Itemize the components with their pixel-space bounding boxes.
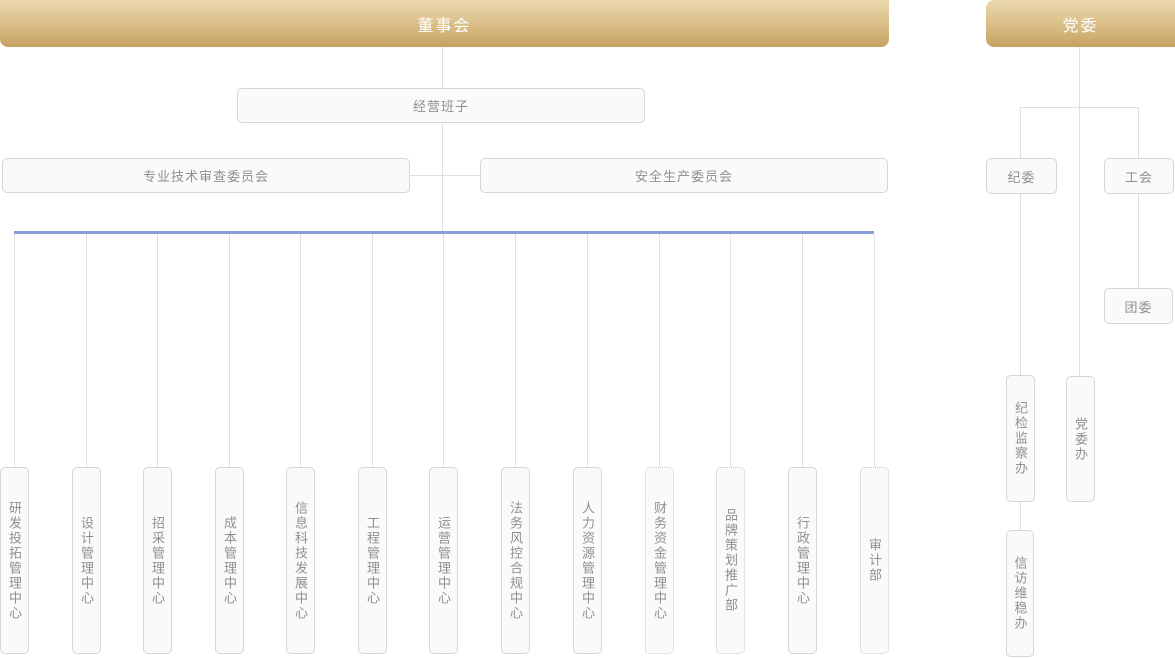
connector-dept-11: [802, 234, 803, 467]
department-label: 运营管理中心: [437, 516, 450, 606]
connector-board-to-management: [442, 47, 443, 88]
management-team-box: 经营班子: [237, 88, 645, 123]
connector-dept-4: [300, 234, 301, 467]
safety-committee-box: 安全生产委员会: [480, 158, 888, 193]
org-chart-canvas: 董事会 党委 经营班子 专业技术审查委员会 安全生产委员会 研发投拓管理中心 设…: [0, 0, 1175, 659]
department-label: 财务资金管理中心: [653, 501, 666, 621]
department-label: 人力资源管理中心: [581, 501, 594, 621]
tech-review-committee-label: 专业技术审查委员会: [143, 166, 269, 185]
youth-league-label: 团委: [1124, 297, 1152, 316]
connector-party-trunk: [1079, 47, 1080, 376]
connector-dept-1: [86, 234, 87, 467]
board-of-directors-label: 董事会: [417, 12, 471, 36]
connector-dept-7: [515, 234, 516, 467]
department-box-finance: 财务资金管理中心: [645, 467, 674, 654]
connector-to-labor-union: [1138, 107, 1139, 158]
department-box-admin: 行政管理中心: [788, 467, 817, 654]
petition-office-box: 信访维稳办: [1006, 530, 1034, 657]
department-label: 审计部: [868, 538, 881, 583]
department-label: 工程管理中心: [366, 516, 379, 606]
department-label: 研发投拓管理中心: [8, 501, 21, 621]
department-box-branding: 品牌策划推广部: [716, 467, 745, 654]
youth-league-box: 团委: [1104, 288, 1173, 324]
department-label: 法务风控合规中心: [509, 501, 522, 621]
connector-management-to-departments: [442, 123, 443, 235]
department-box-rd-investment: 研发投拓管理中心: [0, 467, 29, 654]
connector-to-youth-league: [1138, 194, 1139, 288]
connector-dept-8: [587, 234, 588, 467]
connector-committees: [410, 175, 480, 176]
department-box-audit: 审计部: [860, 467, 889, 654]
connector-dept-3: [229, 234, 230, 467]
tech-review-committee-box: 专业技术审查委员会: [2, 158, 410, 193]
labor-union-label: 工会: [1125, 167, 1153, 186]
department-box-hr: 人力资源管理中心: [573, 467, 602, 654]
connector-dept-6: [443, 234, 444, 467]
party-committee-bar: 党委: [986, 0, 1175, 47]
board-of-directors-bar: 董事会: [0, 0, 889, 47]
department-box-design: 设计管理中心: [72, 467, 101, 654]
department-label: 招采管理中心: [151, 516, 164, 606]
party-office-label: 党委办: [1074, 417, 1087, 462]
connector-dept-9: [659, 234, 661, 467]
department-box-procurement: 招采管理中心: [143, 467, 172, 654]
department-label: 成本管理中心: [223, 516, 236, 606]
connector-dept-2: [157, 234, 158, 467]
party-office-box: 党委办: [1066, 376, 1095, 502]
department-label: 信息科技发展中心: [294, 501, 307, 621]
discipline-committee-label: 纪委: [1007, 167, 1035, 186]
connector-dept-0: [14, 234, 15, 467]
department-label: 品牌策划推广部: [724, 508, 737, 613]
connector-to-discipline-committee: [1020, 107, 1021, 158]
connector-dept-5: [372, 234, 373, 467]
department-box-legal: 法务风控合规中心: [501, 467, 530, 654]
department-box-operations: 运营管理中心: [429, 467, 458, 654]
department-rail-line: [14, 231, 874, 234]
safety-committee-label: 安全生产委员会: [635, 166, 733, 185]
department-box-it: 信息科技发展中心: [286, 467, 315, 654]
connector-party-branch: [1020, 107, 1139, 108]
connector-to-discipline-office: [1020, 194, 1021, 375]
connector-dept-10: [730, 234, 732, 467]
discipline-office-box: 纪检监察办: [1006, 375, 1035, 502]
department-label: 设计管理中心: [80, 516, 93, 606]
department-box-engineering: 工程管理中心: [358, 467, 387, 654]
discipline-committee-box: 纪委: [986, 158, 1057, 194]
management-team-label: 经营班子: [413, 96, 469, 115]
discipline-office-label: 纪检监察办: [1014, 401, 1027, 476]
connector-to-petition-office: [1020, 502, 1021, 530]
party-committee-label: 党委: [1062, 12, 1098, 36]
connector-dept-12: [874, 234, 876, 467]
petition-office-label: 信访维稳办: [1014, 556, 1027, 631]
department-label: 行政管理中心: [796, 516, 809, 606]
labor-union-box: 工会: [1104, 158, 1174, 194]
department-box-cost: 成本管理中心: [215, 467, 244, 654]
